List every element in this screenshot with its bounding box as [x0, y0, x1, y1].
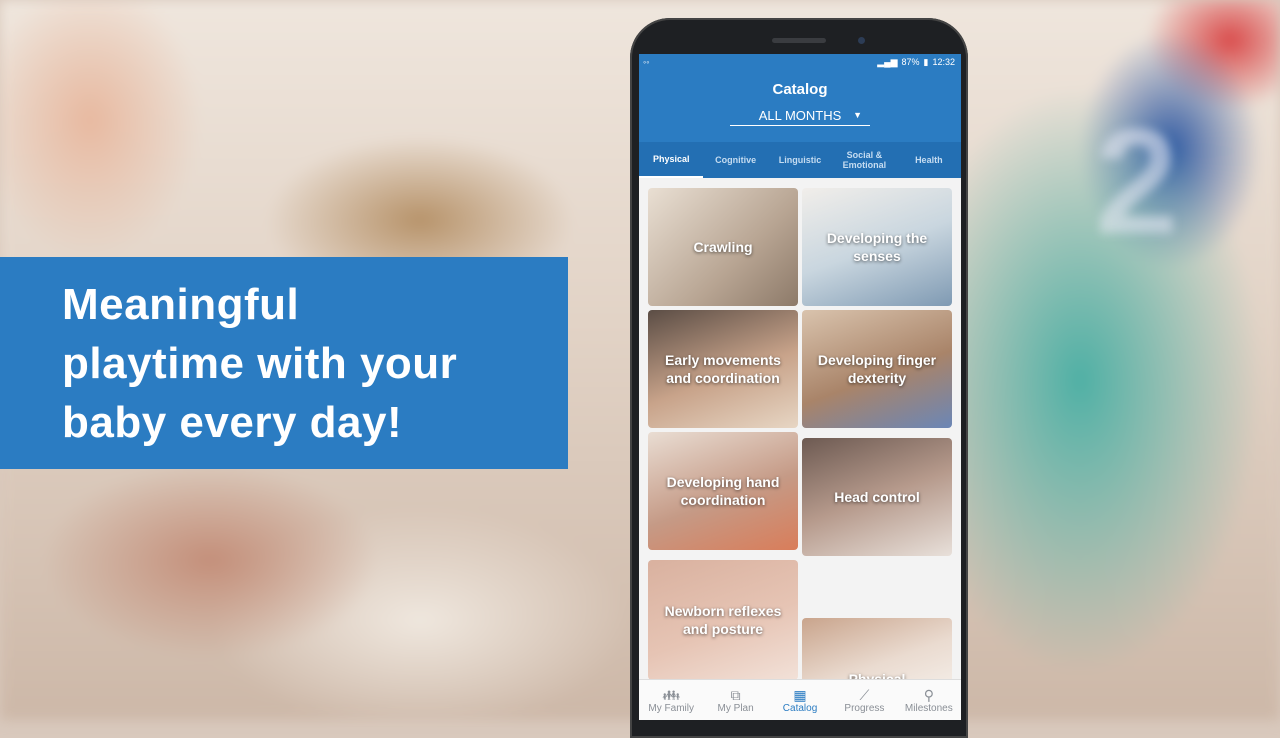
status-bar: ◦◦ ▂▄▆ 87% ▮ 12:32	[639, 54, 961, 70]
card-developing-senses[interactable]: Developing the senses	[802, 188, 952, 306]
phone-speaker	[772, 38, 826, 43]
tab-health[interactable]: Health	[897, 142, 961, 178]
clock: 12:32	[932, 57, 955, 67]
chart-icon: ⟋	[859, 686, 870, 703]
phone-camera	[858, 37, 865, 44]
months-dropdown[interactable]: ALL MONTHS ▼	[730, 108, 870, 126]
category-tabs: Physical Cognitive Linguistic Social & E…	[639, 142, 961, 178]
caret-down-icon: ▼	[853, 110, 862, 120]
nav-label: My Family	[648, 702, 694, 714]
blocks-icon: ⧉	[730, 686, 741, 703]
nav-label: My Plan	[717, 702, 754, 714]
card-head-control[interactable]: Head control	[802, 438, 952, 556]
card-newborn-reflexes[interactable]: Newborn reflexes and posture	[648, 560, 798, 680]
card-label: Developing hand coordination	[666, 474, 780, 508]
page-title: Catalog	[772, 81, 828, 98]
tab-cognitive[interactable]: Cognitive	[703, 142, 767, 178]
card-label: Newborn reflexes and posture	[664, 603, 782, 637]
nav-label: Milestones	[904, 702, 953, 714]
signal-icon: ▂▄▆	[877, 56, 898, 67]
card-label: Developing the senses	[826, 230, 928, 264]
card-crawling[interactable]: Crawling	[648, 188, 798, 306]
notification-icon: ◦◦	[643, 57, 650, 67]
card-finger-dexterity[interactable]: Developing finger dexterity	[802, 310, 952, 428]
battery-level: 87%	[901, 57, 920, 67]
tab-social-emotional[interactable]: Social & Emotional	[832, 142, 896, 178]
card-label: Head control	[834, 489, 920, 505]
card-physical[interactable]: Physical	[802, 618, 952, 688]
caption-text: Meaningful playtime with your baby every…	[62, 279, 458, 447]
caption-banner: Meaningful playtime with your baby every…	[0, 257, 568, 469]
nav-label: Progress	[844, 702, 885, 714]
nav-progress[interactable]: ⟋ Progress	[832, 680, 896, 720]
app-header: ◦◦ ▂▄▆ 87% ▮ 12:32 Catalog ALL MONTHS ▼ …	[639, 54, 961, 178]
tab-linguistic[interactable]: Linguistic	[768, 142, 832, 178]
card-hand-coordination[interactable]: Developing hand coordination	[648, 432, 798, 550]
months-dropdown-value: ALL MONTHS	[758, 108, 842, 123]
tab-physical[interactable]: Physical	[639, 142, 704, 178]
nav-my-family[interactable]: 👪︎ My Family	[639, 680, 703, 720]
nav-catalog[interactable]: ▦ Catalog	[768, 680, 832, 720]
family-icon: 👪︎	[662, 686, 681, 703]
card-label: Developing finger dexterity	[817, 352, 937, 386]
card-label: Crawling	[693, 239, 753, 255]
nav-label: Catalog	[782, 702, 818, 714]
status-indicators: ▂▄▆ 87% ▮ 12:32	[877, 57, 955, 68]
card-label: Early movements and coordination	[665, 352, 781, 386]
catalog-icon: ▦	[793, 686, 807, 703]
card-early-movements[interactable]: Early movements and coordination	[648, 310, 798, 428]
pin-icon: ⚲	[923, 686, 934, 703]
bottom-nav: 👪︎ My Family ⧉ My Plan ▦ Catalog ⟋ Progr…	[639, 679, 961, 720]
battery-icon: ▮	[923, 56, 929, 67]
nav-my-plan[interactable]: ⧉ My Plan	[703, 680, 767, 720]
nav-milestones[interactable]: ⚲ Milestones	[897, 680, 961, 720]
blurred-toy-block: 2	[1095, 97, 1179, 265]
app-screen: ◦◦ ▂▄▆ 87% ▮ 12:32 Catalog ALL MONTHS ▼ …	[639, 54, 961, 720]
